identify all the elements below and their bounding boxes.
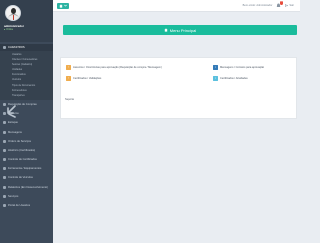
support-link[interactable]: Suporte	[65, 98, 74, 101]
envelope-icon	[3, 130, 6, 134]
user-avatar	[5, 5, 21, 21]
service-icon	[3, 194, 6, 198]
portal-icon	[3, 204, 6, 207]
wrench-icon	[3, 139, 6, 143]
home-icon	[59, 3, 63, 8]
sidebar-submenu: Usuários Clientes / Fornecedores Setores…	[0, 51, 53, 100]
sidebar-item-estoque[interactable]: Estoque	[0, 118, 53, 127]
info-icon: !	[66, 64, 71, 70]
sidebar-item-label: Portal de Usuários	[8, 204, 31, 207]
welcome-user: Bem-vindo: Administrador	[242, 4, 273, 7]
sidebar-item-ordem[interactable]: Ordem de Serviços	[0, 137, 53, 146]
sidebar-item-relatorios[interactable]: Relatórios (Em Desenvolvimento)	[0, 183, 53, 192]
link-label: Assuntos / Ocorrências para aprovação (R…	[73, 65, 162, 69]
sidebar-item-veiculos[interactable]: Controle de Veículos	[0, 173, 53, 182]
info-icon: i	[213, 75, 218, 81]
user-profile: administrador ● Online	[0, 0, 53, 42]
sidebar-item-servicos[interactable]: Serviços	[0, 192, 53, 201]
sidebar-item-ferramenta[interactable]: Ferramenta / Equipamentos	[0, 164, 53, 173]
sidebar-item-label: Relatórios (Em Desenvolvimento)	[8, 185, 49, 189]
logout-label: Sair	[289, 4, 294, 7]
sidebar-item-label: Controle de Veículos	[8, 176, 33, 180]
link-certificados-atividades[interactable]: i Certificados / Atividades	[213, 74, 297, 82]
sidebar-item-label: Histórico (Certificados)	[8, 148, 36, 152]
link-label: Certificados / Atividades	[220, 76, 248, 80]
sidebar-item-label: Ordem de Serviços	[8, 139, 32, 143]
certificate-icon	[3, 158, 6, 162]
top-navbar: Bem-vindo: Administrador 1 Sair	[53, 0, 300, 12]
sidebar-item-mensagens[interactable]: Mensagens	[0, 127, 53, 136]
profile-status: ● Online	[4, 28, 14, 31]
link-label: Mensagens / Correios para aprovação	[220, 65, 265, 69]
sidebar-item-portal[interactable]: Portal de Usuários	[0, 201, 53, 210]
sidebar-item-label: Controle de Certificados	[8, 158, 37, 162]
notification-badge: 1	[279, 1, 284, 5]
logout-icon	[285, 4, 289, 7]
collapse-arrow-icon[interactable]	[4, 104, 18, 118]
topbar-right: Bem-vindo: Administrador 1 Sair	[242, 1, 300, 8]
sidebar-item-label: Estoque	[8, 121, 18, 125]
home-icon	[164, 28, 168, 32]
sidebar-group-cadastros[interactable]: CADASTROS	[0, 44, 53, 51]
sidebar: administrador ● Online CADASTROS Usuário…	[0, 0, 53, 243]
sidebar-item-controle-cert[interactable]: Controle de Certificados	[0, 155, 53, 164]
dashboard-panel: ! Assuntos / Ocorrências para aprovação …	[60, 57, 297, 119]
main-menu-button[interactable]: Menu Principal	[63, 25, 297, 35]
logout-button[interactable]: Sair	[285, 4, 294, 7]
home-button[interactable]	[57, 2, 69, 9]
info-icon: !	[66, 75, 71, 81]
link-mensagens-aprovacao[interactable]: i Mensagens / Correios para aprovação	[213, 63, 297, 71]
stock-icon	[3, 121, 6, 125]
report-icon	[3, 185, 6, 189]
info-icon: i	[213, 64, 218, 70]
sidebar-group-label: CADASTROS	[8, 46, 25, 49]
sidebar-item-historico[interactable]: Histórico (Certificados)	[0, 146, 53, 155]
car-icon	[3, 176, 6, 180]
link-assuntos-aprovacao[interactable]: ! Assuntos / Ocorrências para aprovação …	[66, 63, 206, 71]
page-title: Menu Principal	[169, 27, 197, 33]
link-certificados-validacoes[interactable]: ! Certificados / Validações	[66, 74, 206, 82]
sidebar-item-label: Ferramenta / Equipamentos	[8, 167, 42, 171]
link-label: Certificados / Validações	[73, 76, 102, 80]
history-icon	[3, 148, 6, 152]
tools-icon	[3, 167, 6, 171]
notifications-button[interactable]: 1	[276, 1, 284, 8]
folder-icon	[3, 46, 6, 49]
sidebar-item-label: Mensagens	[8, 130, 22, 134]
sidebar-subitem[interactable]: Transportes	[0, 93, 53, 98]
chevron-down-icon	[64, 4, 67, 7]
sidebar-item-label: Serviços	[8, 194, 19, 198]
